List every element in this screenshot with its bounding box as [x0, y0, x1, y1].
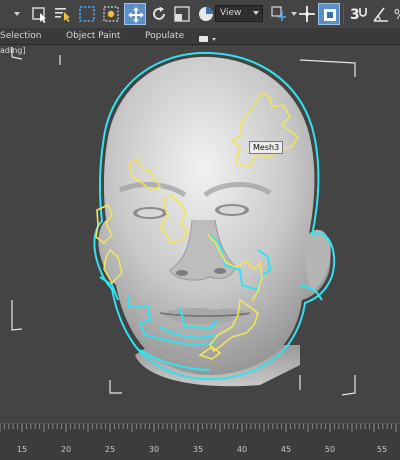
reference-coordinate-dropdown[interactable]: View [215, 5, 263, 22]
select-and-move-icon [128, 7, 144, 23]
select-and-link-button[interactable] [296, 3, 318, 25]
tick-label: 45 [280, 445, 292, 454]
tick-label: 35 [192, 445, 204, 454]
view-dropdown-label: View [220, 8, 242, 18]
select-by-name-icon [55, 8, 70, 22]
timeline-ruler[interactable]: 15 20 25 30 35 40 45 50 55 [0, 423, 400, 460]
object-name-tooltip: Mesh3 [249, 141, 284, 154]
tick-label: 50 [324, 445, 336, 454]
snaps-toggle-icon: 3 [350, 7, 367, 23]
tab-object-paint[interactable]: Object Paint [66, 29, 120, 43]
tick-label: 55 [376, 445, 388, 454]
use-pivot-button[interactable] [268, 3, 290, 25]
placement-button[interactable] [195, 3, 217, 25]
ribbon-tabs-bar: Selection Object Paint Populate [0, 28, 400, 45]
ruler-ticks [0, 424, 397, 432]
select-by-name-button[interactable] [52, 3, 74, 25]
select-and-move-button[interactable] [124, 3, 146, 25]
main-toolbar: View 3 % [0, 0, 400, 29]
tick-label: 40 [236, 445, 248, 454]
chevron-down-icon [253, 11, 259, 15]
rect-selection-region-button[interactable] [76, 3, 98, 25]
svg-text:%: % [394, 8, 400, 23]
use-pivot-icon [271, 6, 286, 21]
crosshair-move-icon [299, 6, 315, 22]
tick-label: 30 [148, 445, 160, 454]
tick-label: 20 [60, 445, 72, 454]
tab-populate[interactable]: Populate [145, 29, 184, 43]
window-crossing-icon [103, 6, 119, 22]
head-mesh [98, 56, 331, 375]
select-object-icon [32, 7, 46, 23]
tick-label: 15 [16, 445, 28, 454]
percent-snap-icon: % [394, 8, 400, 23]
layer-dropdown-arrow[interactable] [14, 12, 20, 16]
rect-select-region-icon [79, 6, 95, 22]
select-and-manipulate-icon [324, 9, 336, 21]
tick-label: 25 [104, 445, 116, 454]
select-and-rotate-button[interactable] [148, 3, 170, 25]
window-crossing-button[interactable] [100, 3, 122, 25]
ear-mesh [304, 229, 331, 291]
select-and-scale-button[interactable] [171, 3, 193, 25]
ribbon-toggle-icon [199, 36, 216, 42]
placement-icon [199, 7, 213, 21]
select-and-scale-icon [174, 6, 190, 22]
percent-snap-button[interactable]: % [392, 3, 400, 25]
select-and-rotate-icon [153, 6, 165, 20]
select-object-button[interactable] [29, 3, 51, 25]
snaps-toggle-button[interactable]: 3 [347, 3, 369, 25]
tab-selection[interactable]: Selection [0, 29, 41, 43]
ribbon-options-button[interactable] [197, 30, 219, 42]
angle-snap-button[interactable] [370, 3, 392, 25]
select-and-manipulate-button[interactable] [318, 3, 340, 25]
toolbar-separator [343, 4, 344, 24]
viewport-scene [11, 47, 356, 396]
angle-snap-icon [373, 7, 388, 22]
perspective-viewport[interactable]: ading] Mesh3 [0, 45, 400, 423]
snap-value: 3 [350, 7, 360, 23]
